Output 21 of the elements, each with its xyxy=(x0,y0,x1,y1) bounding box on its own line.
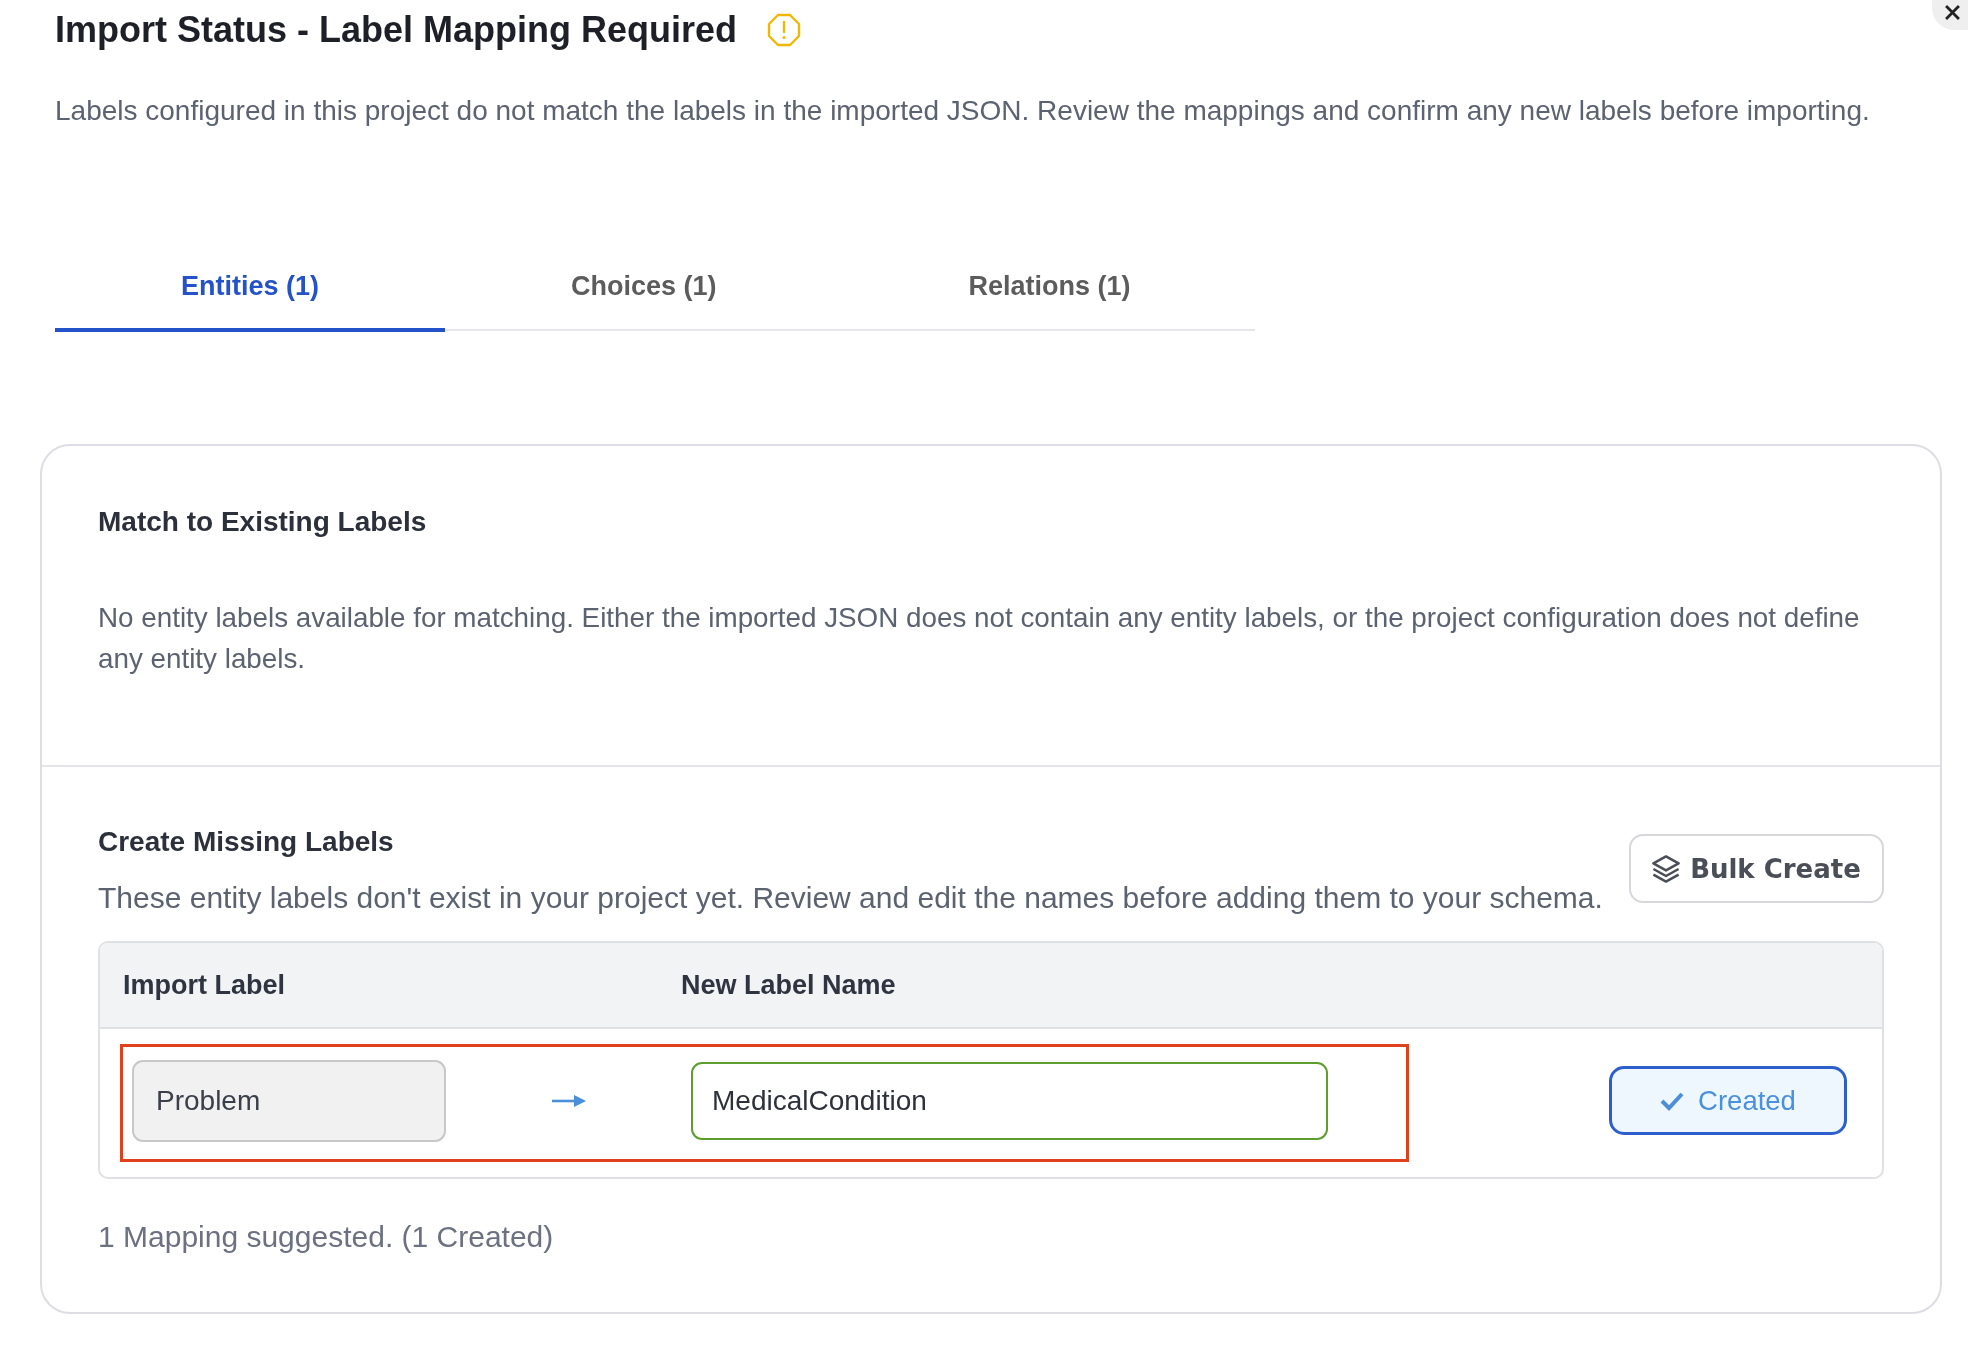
dialog-description: Labels configured in this project do not match the labels in the imported JSON. Review the mappings and confirm any new labels before importing. xyxy=(55,96,1871,126)
column-header: New Label Name xyxy=(681,969,896,1001)
section-description: These entity labels don't exist in your project yet. Review and edit the names before adding them to your schema. xyxy=(98,881,1603,915)
section-title: Match to Existing Labels xyxy=(98,506,428,538)
tab[interactable]: Choices (1) xyxy=(445,244,843,332)
layers-icon xyxy=(1652,854,1681,883)
warning-icon xyxy=(767,13,802,47)
mapping-summary: 1 Mapping suggested. (1 Created) xyxy=(98,1220,555,1254)
tab[interactable]: Relations (1) xyxy=(842,244,1257,332)
import-label-field[interactable]: Problem xyxy=(132,1060,446,1142)
label-name-field[interactable]: MedicalCondition xyxy=(691,1062,1328,1140)
column-header: Import Label xyxy=(123,969,286,1001)
close-icon xyxy=(1944,5,1960,20)
bulk-create-button[interactable]: Bulk Create xyxy=(1629,834,1884,903)
check-icon xyxy=(1660,1090,1685,1111)
section-title: Create Missing Labels xyxy=(98,826,395,858)
empty-message: No entity labels available for matching. Either the imported JSON does not contain any entity labels, or the project configuration does not define any entity labels. xyxy=(98,601,1861,676)
dialog-title: Import Status - Label Mapping Required xyxy=(55,10,738,50)
tab[interactable]: Entities (1) xyxy=(55,244,446,332)
close-button[interactable] xyxy=(1932,0,1968,30)
arrow-right-icon xyxy=(552,1094,586,1108)
